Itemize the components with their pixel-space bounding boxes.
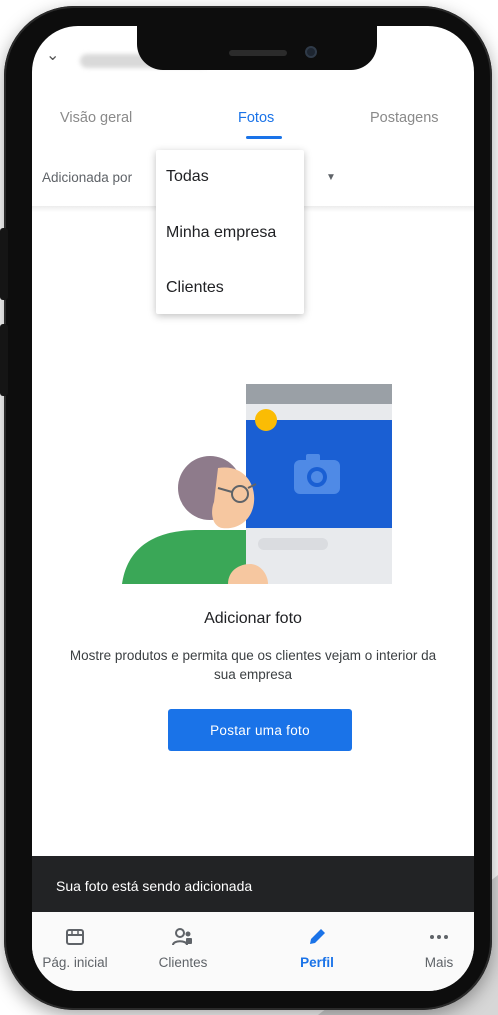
phone-frame: ⌄ Visão geral Fotos Postagens Adicionada…: [0, 6, 492, 1010]
added-by-dropdown-menu: Todas Minha empresa Clientes: [156, 150, 304, 314]
nav-profile[interactable]: Perfil: [272, 926, 362, 972]
storefront-icon: [66, 929, 84, 945]
customers-icon: [172, 928, 192, 946]
option-all[interactable]: Todas: [166, 168, 209, 186]
sun-dot: [255, 409, 277, 431]
bottom-navigation: Pág. inicial Clientes Perfil Mais: [32, 912, 474, 991]
phone-notch: [137, 26, 377, 70]
empty-state-description: Mostre produtos e permita que os cliente…: [69, 648, 437, 682]
volume-down-button: [0, 324, 8, 396]
nav-more[interactable]: Mais: [394, 926, 474, 972]
option-my-business[interactable]: Minha empresa: [166, 224, 276, 242]
snackbar: Sua foto está sendo adicionada: [32, 856, 474, 912]
post-photo-button[interactable]: Postar uma foto: [168, 709, 352, 751]
edit-pencil-icon: [310, 929, 325, 944]
option-customers[interactable]: Clientes: [166, 279, 224, 297]
snackbar-message: Sua foto está sendo adicionada: [56, 878, 253, 894]
add-photo-illustration: [122, 384, 392, 584]
nav-profile-label: Perfil: [300, 955, 334, 970]
tab-overview[interactable]: Visão geral: [60, 110, 132, 126]
active-tab-indicator: [246, 136, 282, 139]
front-camera: [305, 46, 317, 58]
nav-customers-label: Clientes: [158, 955, 208, 970]
dropdown-caret-icon[interactable]: ▼: [326, 172, 336, 183]
empty-state-title: Adicionar foto: [204, 610, 302, 627]
tab-posts[interactable]: Postagens: [370, 110, 439, 126]
app-screen: ⌄ Visão geral Fotos Postagens Adicionada…: [32, 26, 474, 991]
speaker-grille: [229, 50, 287, 56]
tab-photos[interactable]: Fotos: [238, 110, 274, 126]
nav-customers[interactable]: Clientes: [138, 926, 228, 972]
added-by-label: Adicionada por: [42, 170, 133, 185]
screen-card-header: [246, 384, 392, 404]
chevron-down-icon[interactable]: ⌄: [46, 48, 62, 64]
nav-home[interactable]: Pág. inicial: [32, 926, 120, 972]
more-dots-icon: [430, 935, 448, 939]
caption-placeholder: [258, 538, 328, 550]
camera-icon: [294, 454, 340, 494]
nav-more-label: Mais: [424, 955, 454, 970]
tab-bar: Visão geral Fotos Postagens: [32, 100, 474, 140]
nav-home-label: Pág. inicial: [42, 955, 108, 970]
volume-up-button: [0, 228, 8, 300]
